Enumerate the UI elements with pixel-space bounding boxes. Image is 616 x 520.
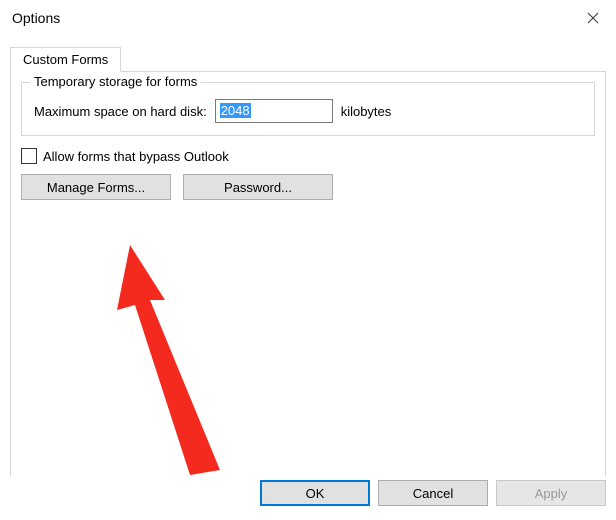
close-icon [587, 12, 599, 24]
close-button[interactable] [570, 0, 616, 36]
group-temporary-storage: Temporary storage for forms Maximum spac… [21, 82, 595, 136]
ok-button[interactable]: OK [260, 480, 370, 506]
cancel-button[interactable]: Cancel [378, 480, 488, 506]
tab-panel-custom-forms: Temporary storage for forms Maximum spac… [10, 71, 606, 486]
password-button[interactable]: Password... [183, 174, 333, 200]
window-title: Options [12, 10, 60, 26]
label-units: kilobytes [341, 104, 392, 119]
input-max-space-value: 2048 [220, 103, 251, 118]
checkbox-allow-bypass[interactable] [21, 148, 37, 164]
input-max-space[interactable]: 2048 [215, 99, 333, 123]
group-title: Temporary storage for forms [30, 74, 201, 89]
label-allow-bypass: Allow forms that bypass Outlook [43, 149, 229, 164]
row-allow-bypass[interactable]: Allow forms that bypass Outlook [21, 148, 595, 164]
client-area: Custom Forms Temporary storage for forms… [0, 36, 616, 492]
row-form-buttons: Manage Forms... Password... [21, 174, 595, 200]
manage-forms-button[interactable]: Manage Forms... [21, 174, 171, 200]
row-max-space: Maximum space on hard disk: 2048 kilobyt… [34, 99, 582, 123]
label-max-space: Maximum space on hard disk: [34, 104, 207, 119]
titlebar: Options [0, 0, 616, 36]
dialog-button-row: OK Cancel Apply [0, 476, 616, 520]
apply-button[interactable]: Apply [496, 480, 606, 506]
input-max-space-wrap[interactable]: 2048 [215, 99, 333, 123]
tab-custom-forms[interactable]: Custom Forms [10, 47, 121, 72]
tabstrip: Custom Forms [10, 46, 606, 72]
